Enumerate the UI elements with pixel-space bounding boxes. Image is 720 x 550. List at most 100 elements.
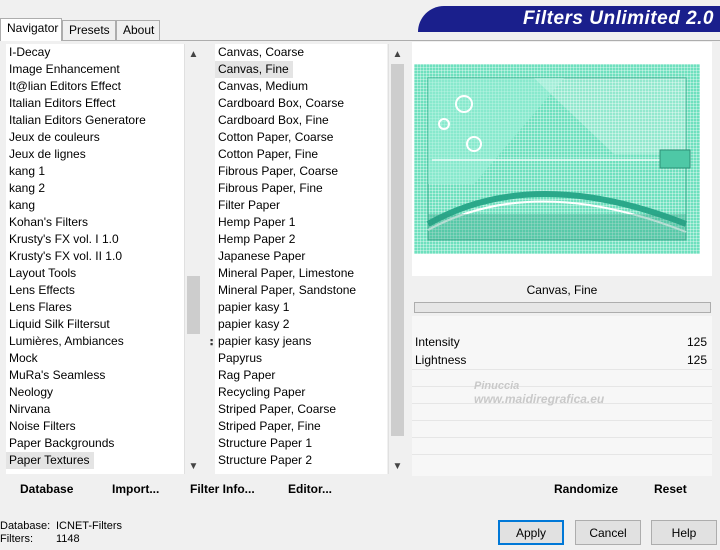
param-label: Intensity	[415, 335, 460, 349]
list-item-label: Structure Paper 1	[218, 436, 313, 450]
editor-button[interactable]: Editor...	[288, 482, 332, 496]
filter-item[interactable]: Striped Paper, Fine	[215, 418, 387, 435]
tab-navigator[interactable]: Navigator	[0, 18, 62, 41]
list-item-label: papier kasy 1	[218, 300, 290, 314]
scroll-down-icon[interactable]: ▼	[185, 458, 202, 475]
category-item[interactable]: kang	[6, 197, 184, 214]
category-item[interactable]: Layout Tools	[6, 265, 184, 282]
category-item[interactable]: kang 2	[6, 180, 184, 197]
category-item[interactable]: It@lian Editors Effect	[6, 78, 184, 95]
category-item[interactable]: MuRa's Seamless	[6, 367, 184, 384]
category-item[interactable]: Paper Textures	[6, 452, 184, 469]
import-button[interactable]: Import...	[112, 482, 159, 496]
scroll-thumb[interactable]	[187, 276, 200, 334]
category-item[interactable]: Jeux de lignes	[6, 146, 184, 163]
category-item[interactable]: Neology	[6, 384, 184, 401]
reset-button[interactable]: Reset	[654, 482, 687, 496]
preview-progress-bar	[414, 302, 711, 313]
apply-button[interactable]: Apply	[498, 520, 564, 545]
filter-item[interactable]: Rag Paper	[215, 367, 387, 384]
category-item[interactable]: Lens Flares	[6, 299, 184, 316]
drag-handle-icon[interactable]: ▪ ▪	[210, 336, 215, 349]
category-item[interactable]: Lumières, Ambiances	[6, 333, 184, 350]
category-item[interactable]: Liquid Silk Filtersut	[6, 316, 184, 333]
list-item-label: Lens Effects	[9, 283, 75, 297]
list-item-label: Kohan's Filters	[9, 215, 88, 229]
param-intensity[interactable]: Intensity 125	[415, 334, 709, 351]
list-item-label: Canvas, Coarse	[218, 45, 305, 59]
filter-item[interactable]: Canvas, Medium	[215, 78, 387, 95]
scroll-down-icon[interactable]: ▼	[389, 458, 406, 475]
filter-item[interactable]: papier kasy 2	[215, 316, 387, 333]
help-button[interactable]: Help	[651, 520, 717, 545]
filter-info-button[interactable]: Filter Info...	[190, 482, 255, 496]
filter-item[interactable]: Canvas, Coarse	[215, 44, 387, 61]
category-item[interactable]: Nirvana	[6, 401, 184, 418]
category-item[interactable]: Lens Effects	[6, 282, 184, 299]
preview-image	[414, 64, 700, 254]
filter-item[interactable]: Filter Paper	[215, 197, 387, 214]
category-scrollbar[interactable]: ▲ ▼	[184, 44, 201, 474]
list-item-label: Cardboard Box, Fine	[218, 113, 329, 127]
category-item[interactable]: Italian Editors Effect	[6, 95, 184, 112]
filter-item[interactable]: Hemp Paper 1	[215, 214, 387, 231]
list-item-label: Mock	[9, 351, 38, 365]
category-item[interactable]: Mock	[6, 350, 184, 367]
category-item[interactable]: Paper Backgrounds	[6, 435, 184, 452]
list-item-label: MuRa's Seamless	[9, 368, 106, 382]
list-item-label: kang 1	[9, 164, 46, 178]
filter-item[interactable]: Mineral Paper, Sandstone	[215, 282, 387, 299]
category-item[interactable]: Jeux de couleurs	[6, 129, 184, 146]
filter-item[interactable]: Papyrus	[215, 350, 387, 367]
list-item-label: Liquid Silk Filtersut	[9, 317, 110, 331]
list-item-label: Structure Paper 2	[218, 453, 313, 467]
filter-item[interactable]: Japanese Paper	[215, 248, 387, 265]
filter-item[interactable]: Canvas, Fine	[215, 61, 387, 78]
filter-item[interactable]: papier kasy 1	[215, 299, 387, 316]
list-item-label: Cotton Paper, Coarse	[218, 130, 334, 144]
tab-about[interactable]: About	[116, 20, 160, 40]
category-item[interactable]: Image Enhancement	[6, 61, 184, 78]
category-item[interactable]: I-Decay	[6, 44, 184, 61]
filter-item[interactable]: Structure Paper 2	[215, 452, 387, 469]
list-item-label: Fibrous Paper, Fine	[218, 181, 323, 195]
category-item[interactable]: kang 1	[6, 163, 184, 180]
list-item-label: kang 2	[9, 181, 46, 195]
watermark-url: www.maidiregrafica.eu	[474, 392, 605, 406]
filter-scrollbar[interactable]: ▲ ▼	[388, 44, 405, 474]
category-item[interactable]: Krusty's FX vol. I 1.0	[6, 231, 184, 248]
list-item-label: I-Decay	[9, 45, 51, 59]
scroll-up-icon[interactable]: ▲	[185, 46, 202, 63]
filter-item[interactable]: Hemp Paper 2	[215, 231, 387, 248]
filter-item[interactable]: Fibrous Paper, Coarse	[215, 163, 387, 180]
divider	[412, 437, 712, 438]
filter-item[interactable]: Cardboard Box, Coarse	[215, 95, 387, 112]
filter-item[interactable]: Structure Paper 1	[215, 435, 387, 452]
database-button[interactable]: Database	[20, 482, 73, 496]
filter-item[interactable]: Mineral Paper, Limestone	[215, 265, 387, 282]
scroll-up-icon[interactable]: ▲	[389, 46, 406, 63]
category-item[interactable]: Kohan's Filters	[6, 214, 184, 231]
filter-item[interactable]: Cardboard Box, Fine	[215, 112, 387, 129]
category-item[interactable]: Krusty's FX vol. II 1.0	[6, 248, 184, 265]
list-item-label: Nirvana	[9, 402, 51, 416]
randomize-button[interactable]: Randomize	[554, 482, 618, 496]
scroll-thumb[interactable]	[391, 64, 404, 436]
list-item-label: Hemp Paper 1	[218, 215, 296, 229]
cancel-button[interactable]: Cancel	[575, 520, 641, 545]
filter-item[interactable]: Cotton Paper, Fine	[215, 146, 387, 163]
filter-item[interactable]: Recycling Paper	[215, 384, 387, 401]
category-list[interactable]: I-Decay Image Enhancement It@lian Editors …	[6, 44, 184, 474]
filter-item[interactable]: Striped Paper, Coarse	[215, 401, 387, 418]
filter-item[interactable]: papier kasy jeans	[215, 333, 387, 350]
category-item[interactable]: Italian Editors Generatore	[6, 112, 184, 129]
list-item-label: Cotton Paper, Fine	[218, 147, 319, 161]
category-item[interactable]: Noise Filters	[6, 418, 184, 435]
list-item-label: kang	[9, 198, 36, 212]
filter-list[interactable]: Canvas, Coarse Canvas, Fine Canvas, Medium…	[215, 44, 387, 474]
filters-label: Filters:	[0, 533, 33, 545]
param-lightness[interactable]: Lightness 125	[415, 352, 709, 369]
filter-item[interactable]: Cotton Paper, Coarse	[215, 129, 387, 146]
filter-item[interactable]: Fibrous Paper, Fine	[215, 180, 387, 197]
tab-presets[interactable]: Presets	[62, 20, 116, 40]
